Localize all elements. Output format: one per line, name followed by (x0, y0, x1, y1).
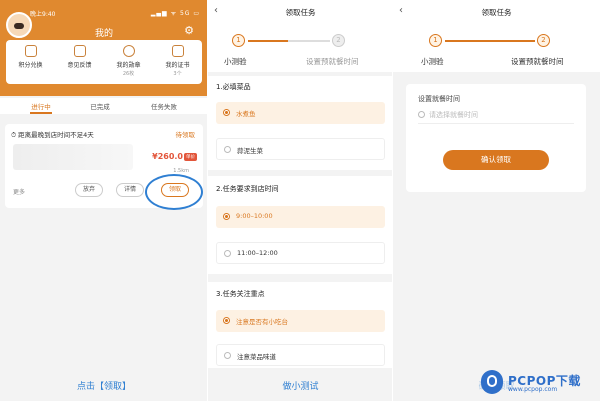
page-title: 我的 (94, 29, 113, 39)
abandon-button[interactable]: 放弃 (75, 183, 104, 197)
option-selected[interactable]: 9:00–10:00 (216, 206, 385, 228)
meal-time-picker[interactable]: 请选择就餐时间 (418, 110, 574, 124)
question-title: 2.任务要求到店时间 (216, 185, 279, 193)
step-line-todo (288, 40, 330, 42)
blurred-task-info (13, 144, 133, 170)
question-2: 2.任务要求到店时间 9:00–10:00 11:00–12:00 (208, 176, 393, 274)
step-2-label: 设置预就餐时间 (511, 57, 564, 66)
step-2-label: 设置预就餐时间 (306, 57, 359, 66)
menu-points-exchange[interactable]: 积分兑换 (6, 45, 55, 69)
more-link[interactable]: 更多 (13, 187, 25, 196)
meal-time-card: 设置就餐时间 请选择就餐时间 确认领取 (406, 84, 586, 192)
option[interactable]: 11:00–12:00 (216, 242, 385, 264)
radio-empty-icon (224, 146, 231, 153)
nav-bar: ‹ 领取任务 (208, 0, 393, 24)
active-tab-indicator (30, 112, 52, 114)
step-1-label: 小测验 (421, 57, 444, 66)
radio-empty-icon (224, 250, 231, 257)
task-tabs: 进行中 已完成 任务失败 (0, 98, 208, 114)
question-title: 1.必填菜品 (216, 83, 251, 91)
quiz-screen: ‹ 领取任务 1 2 小测验 设置预就餐时间 1.必填菜品 水煮鱼 蒜泥生菜 2… (208, 0, 393, 401)
menu-feedback[interactable]: 意见反馈 (55, 45, 104, 69)
task-notice: ⏱ 距离最晚到店时间不足4天 (11, 131, 94, 139)
step-1-label: 小测验 (224, 57, 247, 66)
field-label: 设置就餐时间 (418, 95, 460, 103)
option-selected[interactable]: 注意是否有小吃台 (216, 310, 385, 332)
price-tag-badge: 单价 (184, 153, 197, 161)
status-time: 晚上9:40 (30, 11, 56, 18)
question-3: 3.任务关注重点 注意是否有小吃台 注意菜品味道 (208, 282, 393, 368)
step-line-done (445, 40, 535, 42)
profile-header: 晚上9:40 ▂▄▆ ᯤ 5G ▭ 我的 ⚙ 积分兑换 意见反馈 我的勋章 26… (0, 0, 208, 96)
menu-certificates[interactable]: 我的证书 3个 (153, 45, 202, 77)
radio-checked-icon (223, 213, 230, 220)
tab-failed[interactable]: 任务失败 (136, 101, 192, 111)
status-icons: ▂▄▆ ᯤ 5G ▭ (150, 10, 200, 17)
tab-in-progress[interactable]: 进行中 (13, 101, 69, 111)
menu-medals[interactable]: 我的勋章 26枚 (104, 45, 153, 77)
watermark: PCPOP下载 www.pcpop.com (481, 370, 596, 396)
option[interactable]: 蒜泥生菜 (216, 138, 385, 160)
status-bar: 晚上9:40 ▂▄▆ ᯤ 5G ▭ (30, 9, 200, 19)
quick-menu: 积分兑换 意见反馈 我的勋章 26枚 我的证书 3个 (6, 40, 202, 84)
detail-button[interactable]: 详情 (116, 183, 145, 197)
pcpop-logo-icon (481, 370, 503, 394)
task-status: 待领取 (175, 131, 196, 139)
confirm-claim-button[interactable]: 确认领取 (443, 150, 549, 170)
radio-checked-icon (223, 109, 230, 116)
option-selected[interactable]: 水煮鱼 (216, 102, 385, 124)
step-line-done (248, 40, 288, 42)
step-2-circle: 2 (537, 34, 550, 47)
medal-icon (122, 45, 135, 57)
step-1-circle: 1 (232, 34, 245, 47)
step-caption: 点击【领取】 (76, 382, 131, 392)
page-title: 领取任务 (481, 8, 512, 17)
my-profile-screen: 晚上9:40 ▂▄▆ ᯤ 5G ▭ 我的 ⚙ 积分兑换 意见反馈 我的勋章 26… (0, 0, 208, 401)
page-title: 领取任务 (285, 8, 316, 17)
step-indicator: 1 2 小测验 设置预就餐时间 (208, 24, 393, 72)
highlight-circle (145, 174, 203, 210)
certificate-icon (171, 45, 184, 57)
settings-gear-icon[interactable]: ⚙ (184, 24, 194, 37)
feedback-icon (73, 45, 86, 57)
option[interactable]: 注意菜品味道 (216, 344, 385, 366)
nav-bar: ‹ 领取任务 (393, 0, 600, 24)
step-1-circle: 1 (429, 34, 442, 47)
clock-icon (418, 111, 425, 118)
watermark-sub: www.pcpop.com (508, 386, 558, 393)
points-icon (24, 45, 37, 57)
question-title: 3.任务关注重点 (216, 290, 265, 298)
radio-empty-icon (224, 352, 231, 359)
step-indicator: 1 2 小测验 设置预就餐时间 (393, 24, 600, 72)
tab-completed[interactable]: 已完成 (72, 101, 128, 111)
step-2-circle: 2 (332, 34, 345, 47)
question-1: 1.必填菜品 水煮鱼 蒜泥生菜 (208, 76, 393, 170)
set-meal-time-screen: ‹ 领取任务 1 2 小测验 设置预就餐时间 设置就餐时间 请选择就餐时间 确认… (393, 0, 600, 401)
task-price: ¥260.0 (152, 152, 183, 161)
radio-checked-icon (223, 317, 230, 324)
step-caption: 做小测试 (282, 382, 319, 392)
